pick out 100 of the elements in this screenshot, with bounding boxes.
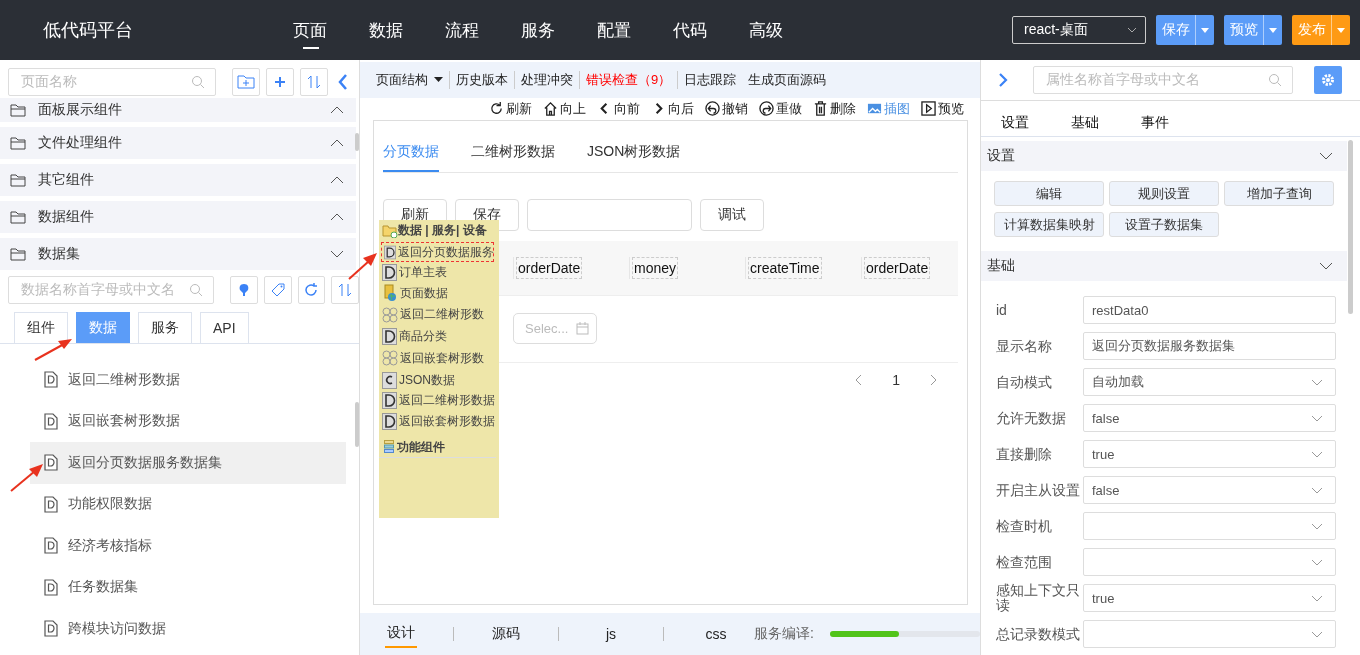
calendar-icon bbox=[576, 322, 590, 336]
toolbar-item[interactable]: 历史版本 bbox=[450, 70, 515, 89]
scrollbar-thumb[interactable] bbox=[355, 133, 359, 151]
document-icon bbox=[44, 537, 58, 555]
editor-mode-tab[interactable]: css bbox=[700, 622, 732, 647]
page-number[interactable]: 1 bbox=[892, 371, 900, 388]
collapse-icon[interactable] bbox=[338, 74, 348, 90]
dataset-item[interactable]: 返回分页数据服务数据集 bbox=[30, 442, 346, 484]
nav-tab[interactable]: 代码 bbox=[673, 10, 749, 50]
debug-button[interactable]: 调试 bbox=[700, 198, 764, 231]
toolbar-item[interactable]: 生成页面源码 bbox=[742, 70, 833, 89]
settings-button[interactable]: 编辑 bbox=[994, 181, 1104, 206]
next-page-icon[interactable] bbox=[930, 373, 938, 386]
preview-icon bbox=[921, 101, 936, 117]
sort-button[interactable] bbox=[331, 276, 359, 304]
dataset-item[interactable]: 跨模块访问数据 bbox=[30, 608, 346, 650]
toolbar-item[interactable]: 页面结构 bbox=[376, 70, 450, 89]
select-field[interactable] bbox=[1083, 548, 1336, 576]
previous-page-icon[interactable] bbox=[854, 373, 863, 386]
select-field[interactable] bbox=[1083, 512, 1336, 540]
scrollbar-thumb[interactable] bbox=[1348, 140, 1353, 314]
settings-button[interactable]: 设置子数据集 bbox=[1109, 212, 1219, 237]
refresh-button[interactable] bbox=[297, 276, 326, 304]
popup-item[interactable]: 返回二维树形数 bbox=[379, 303, 495, 327]
action-button[interactable]: 重做 bbox=[759, 99, 802, 118]
component-group[interactable]: 数据集 bbox=[0, 238, 356, 270]
document-icon bbox=[382, 412, 397, 430]
action-button[interactable]: 向上 bbox=[543, 99, 586, 118]
component-group[interactable]: 其它组件 bbox=[0, 164, 356, 196]
popup-item[interactable]: 订单主表 bbox=[379, 262, 495, 283]
popup-item[interactable]: 返回分页数据服务 bbox=[381, 241, 494, 263]
editor-mode-tab[interactable]: js bbox=[595, 622, 627, 647]
section-header[interactable]: 设置 bbox=[981, 141, 1347, 171]
nav-tab[interactable]: 配置 bbox=[597, 10, 673, 50]
dataset-item[interactable]: 功能权限数据 bbox=[30, 483, 346, 525]
add-button[interactable] bbox=[266, 68, 294, 96]
toolbar-item[interactable]: 错误检查（9） bbox=[580, 70, 679, 89]
dataset-item[interactable]: 任务数据集 bbox=[30, 566, 346, 608]
popup-item[interactable]: 返回二维树形数据 bbox=[379, 390, 495, 411]
editor-mode-tab[interactable]: 设计 bbox=[385, 620, 417, 649]
action-button[interactable]: 刷新 bbox=[489, 99, 532, 118]
sort-button[interactable] bbox=[300, 68, 328, 96]
settings-button[interactable]: 规则设置 bbox=[1109, 181, 1219, 206]
dataset-item[interactable]: 返回嵌套树形数据 bbox=[30, 400, 346, 442]
settings-button[interactable]: 计算数据集映射 bbox=[994, 212, 1104, 237]
select-field[interactable]: true bbox=[1083, 440, 1336, 468]
tab[interactable]: 二维树形数据 bbox=[471, 120, 555, 172]
dataset-item[interactable]: 返回二维树形数据 bbox=[30, 359, 346, 401]
popup-item[interactable]: 页面数据 bbox=[379, 282, 495, 304]
nav-tab[interactable]: 高级 bbox=[749, 10, 825, 50]
popup-item[interactable]: 返回嵌套树形数 bbox=[379, 346, 495, 370]
text-field[interactable]: restData0 bbox=[1083, 296, 1336, 324]
new-folder-button[interactable] bbox=[232, 68, 260, 96]
popup-item[interactable]: 商品分类 bbox=[379, 326, 495, 347]
select-field[interactable]: false bbox=[1083, 476, 1336, 504]
action-button[interactable]: 预览 bbox=[921, 99, 964, 118]
section-header[interactable]: 基础 bbox=[981, 251, 1347, 281]
tab[interactable]: JSON树形数据 bbox=[587, 120, 681, 172]
nav-tab[interactable]: 数据 bbox=[369, 10, 445, 50]
component-group[interactable]: 文件处理组件 bbox=[0, 127, 356, 159]
dataset-item[interactable]: 经济考核指标 bbox=[30, 525, 346, 567]
settings-button[interactable] bbox=[1314, 66, 1342, 94]
clover-icon bbox=[382, 350, 398, 367]
select-field[interactable]: true bbox=[1083, 584, 1336, 612]
text-field[interactable]: 返回分页数据服务数据集 bbox=[1083, 332, 1336, 360]
folder-plus-icon bbox=[237, 75, 255, 89]
column-header: orderDate bbox=[864, 256, 931, 279]
action-button[interactable]: 删除 bbox=[813, 99, 856, 118]
component-group[interactable]: 面板展示组件 bbox=[0, 98, 356, 122]
panel-tab[interactable]: API bbox=[200, 312, 249, 343]
property-tab[interactable]: 事件 bbox=[1141, 114, 1169, 132]
tag-button[interactable] bbox=[263, 276, 292, 304]
popup-item[interactable]: JSON数据 bbox=[379, 369, 495, 391]
nav-tab[interactable]: 流程 bbox=[445, 10, 521, 50]
pin-button[interactable] bbox=[230, 276, 258, 304]
component-group[interactable]: 数据组件 bbox=[0, 201, 356, 233]
popup-item[interactable]: 返回嵌套树形数据 bbox=[379, 410, 495, 432]
folder-icon bbox=[10, 247, 26, 261]
nav-tab[interactable]: 服务 bbox=[521, 10, 597, 50]
expand-icon[interactable] bbox=[999, 73, 1008, 87]
scrollbar-thumb[interactable] bbox=[355, 402, 359, 447]
tab[interactable]: 分页数据 bbox=[383, 120, 439, 172]
property-tab[interactable]: 设置 bbox=[1001, 114, 1029, 132]
property-tab[interactable]: 基础 bbox=[1071, 114, 1099, 132]
toolbar-item[interactable]: 处理冲突 bbox=[515, 70, 580, 89]
action-button[interactable]: 向前 bbox=[597, 99, 640, 118]
action-button[interactable]: 插图 bbox=[867, 99, 910, 118]
settings-button[interactable]: 增加子查询 bbox=[1224, 181, 1334, 206]
toolbar-item[interactable]: 日志跟踪 bbox=[678, 70, 743, 89]
select-field[interactable] bbox=[1083, 620, 1336, 648]
action-button[interactable]: 撤销 bbox=[705, 99, 748, 118]
action-button[interactable]: 向后 bbox=[651, 99, 694, 118]
panel-tab[interactable]: 服务 bbox=[138, 312, 192, 343]
chevron-down-icon bbox=[1319, 262, 1333, 270]
panel-tab[interactable]: 组件 bbox=[14, 312, 68, 343]
editor-mode-tab[interactable]: 源码 bbox=[490, 621, 522, 648]
platform-select[interactable]: react-桌面 bbox=[1012, 16, 1146, 44]
select-field[interactable]: 自动加载 bbox=[1083, 368, 1336, 396]
input-field[interactable] bbox=[527, 198, 692, 231]
select-field[interactable]: false bbox=[1083, 404, 1336, 432]
